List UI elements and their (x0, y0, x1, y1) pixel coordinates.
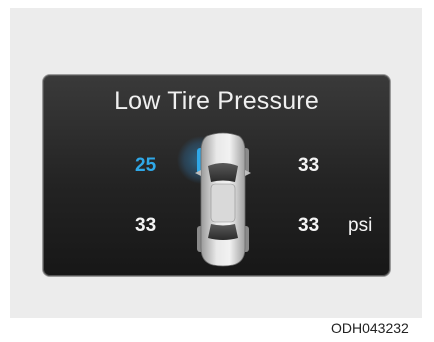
pressure-unit: psi (348, 215, 373, 236)
image-code: ODH043232 (331, 320, 409, 336)
display-title: Low Tire Pressure (114, 87, 319, 115)
car-top-view-icon (177, 132, 251, 267)
cluster-display: Low Tire Pressure 25 33 33 33 psi (43, 75, 390, 276)
rear-left-pressure: 33 (135, 215, 157, 236)
front-right-pressure: 33 (298, 155, 320, 176)
front-left-pressure: 25 (135, 155, 157, 176)
rear-right-pressure: 33 (298, 215, 320, 236)
